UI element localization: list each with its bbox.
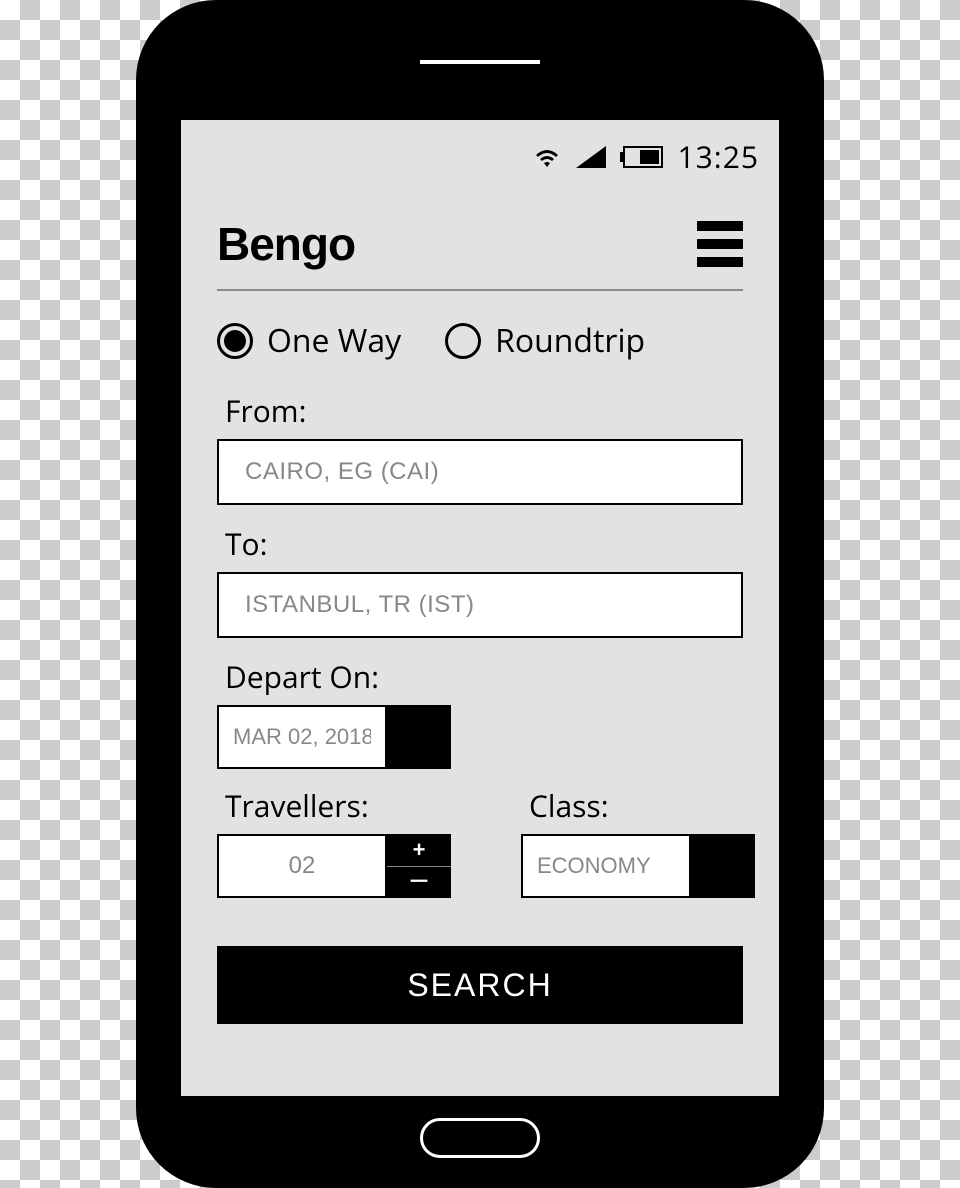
from-label: From: <box>217 384 743 439</box>
travellers-increment-button[interactable]: + <box>387 834 451 867</box>
status-time: 13:25 <box>678 136 760 177</box>
radio-label: One Way <box>267 319 401 362</box>
class-input[interactable] <box>521 834 691 898</box>
to-field-group: To: <box>217 517 743 638</box>
depart-field-group: Depart On: <box>217 650 743 769</box>
travellers-label: Travellers: <box>217 779 451 834</box>
from-input[interactable] <box>217 439 743 505</box>
depart-date-picker-button[interactable] <box>387 705 451 769</box>
menu-icon[interactable] <box>697 221 743 267</box>
app-header: Bengo <box>217 187 743 291</box>
app-screen: 13:25 Bengo One Way Roundtrip <box>181 120 779 1096</box>
radio-roundtrip[interactable]: Roundtrip <box>445 319 645 362</box>
app-content: Bengo One Way Roundtrip From: <box>181 187 779 1024</box>
phone-frame: 13:25 Bengo One Way Roundtrip <box>136 0 824 1188</box>
depart-label: Depart On: <box>217 650 743 705</box>
to-input[interactable] <box>217 572 743 638</box>
status-bar: 13:25 <box>181 120 779 187</box>
phone-speaker <box>420 60 540 64</box>
class-label: Class: <box>521 779 755 834</box>
depart-date-input[interactable] <box>217 705 387 769</box>
radio-icon <box>445 323 481 359</box>
app-title: Bengo <box>217 217 355 271</box>
home-button[interactable] <box>420 1118 540 1158</box>
radio-label: Roundtrip <box>495 319 645 362</box>
from-field-group: From: <box>217 384 743 505</box>
wifi-icon <box>532 145 562 169</box>
radio-icon <box>217 323 253 359</box>
trip-type-group: One Way Roundtrip <box>217 291 743 372</box>
radio-one-way[interactable]: One Way <box>217 319 401 362</box>
class-dropdown-button[interactable] <box>691 834 755 898</box>
travellers-decrement-button[interactable]: － <box>387 867 451 899</box>
travellers-field-group: Travellers: + － <box>217 779 451 898</box>
to-label: To: <box>217 517 743 572</box>
travellers-input[interactable] <box>217 834 387 898</box>
quantity-stepper: + － <box>387 834 451 898</box>
battery-icon <box>620 145 664 169</box>
signal-icon <box>576 146 606 168</box>
class-field-group: Class: <box>521 779 755 898</box>
search-button[interactable]: SEARCH <box>217 946 743 1024</box>
